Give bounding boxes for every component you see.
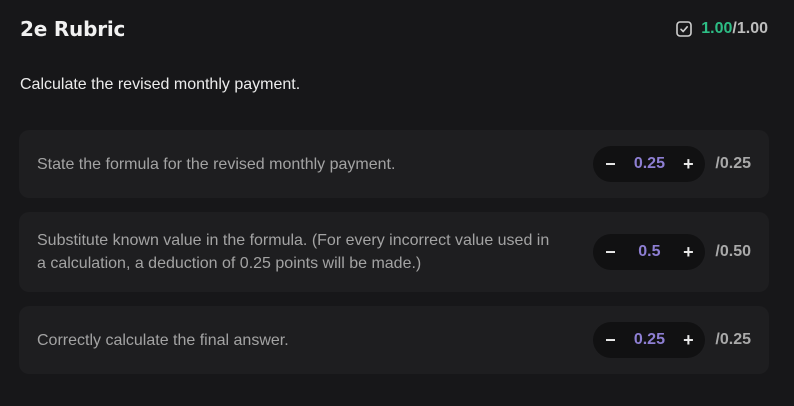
points-value[interactable]: 0.25	[634, 331, 665, 349]
rubric-score: 1.00/1.00	[676, 20, 768, 38]
max-points: /0.25	[715, 331, 751, 348]
checkbox-checked-icon	[676, 21, 693, 37]
decrement-button[interactable]: −	[603, 242, 617, 263]
points-value[interactable]: 0.5	[638, 243, 660, 261]
rubric-title: 2e Rubric	[20, 17, 126, 41]
points-value[interactable]: 0.25	[634, 155, 665, 173]
criterion-row: State the formula for the revised monthl…	[19, 130, 769, 198]
decrement-button[interactable]: −	[603, 330, 617, 351]
max-points: /0.25	[715, 155, 751, 172]
score-total: /1.00	[732, 20, 768, 37]
increment-button[interactable]: +	[681, 154, 695, 175]
criterion-row: Substitute known value in the formula. (…	[19, 212, 769, 292]
points-stepper: − 0.25 +	[593, 146, 706, 182]
rubric-header: 2e Rubric 1.00/1.00	[20, 14, 768, 44]
question-prompt: Calculate the revised monthly payment.	[20, 76, 301, 93]
score-earned: 1.00	[701, 20, 733, 37]
criterion-row: Correctly calculate the final answer. − …	[19, 306, 769, 374]
increment-button[interactable]: +	[681, 242, 695, 263]
max-points: /0.50	[715, 243, 751, 260]
criterion-text: Correctly calculate the final answer.	[37, 331, 289, 349]
points-stepper: − 0.25 +	[593, 322, 706, 358]
criterion-text: State the formula for the revised monthl…	[37, 155, 396, 173]
increment-button[interactable]: +	[681, 330, 695, 351]
points-stepper: − 0.5 +	[593, 234, 706, 270]
criterion-text: Substitute known value in the formula. (…	[37, 232, 550, 272]
criteria-list: State the formula for the revised monthl…	[19, 130, 769, 388]
decrement-button[interactable]: −	[603, 154, 617, 175]
